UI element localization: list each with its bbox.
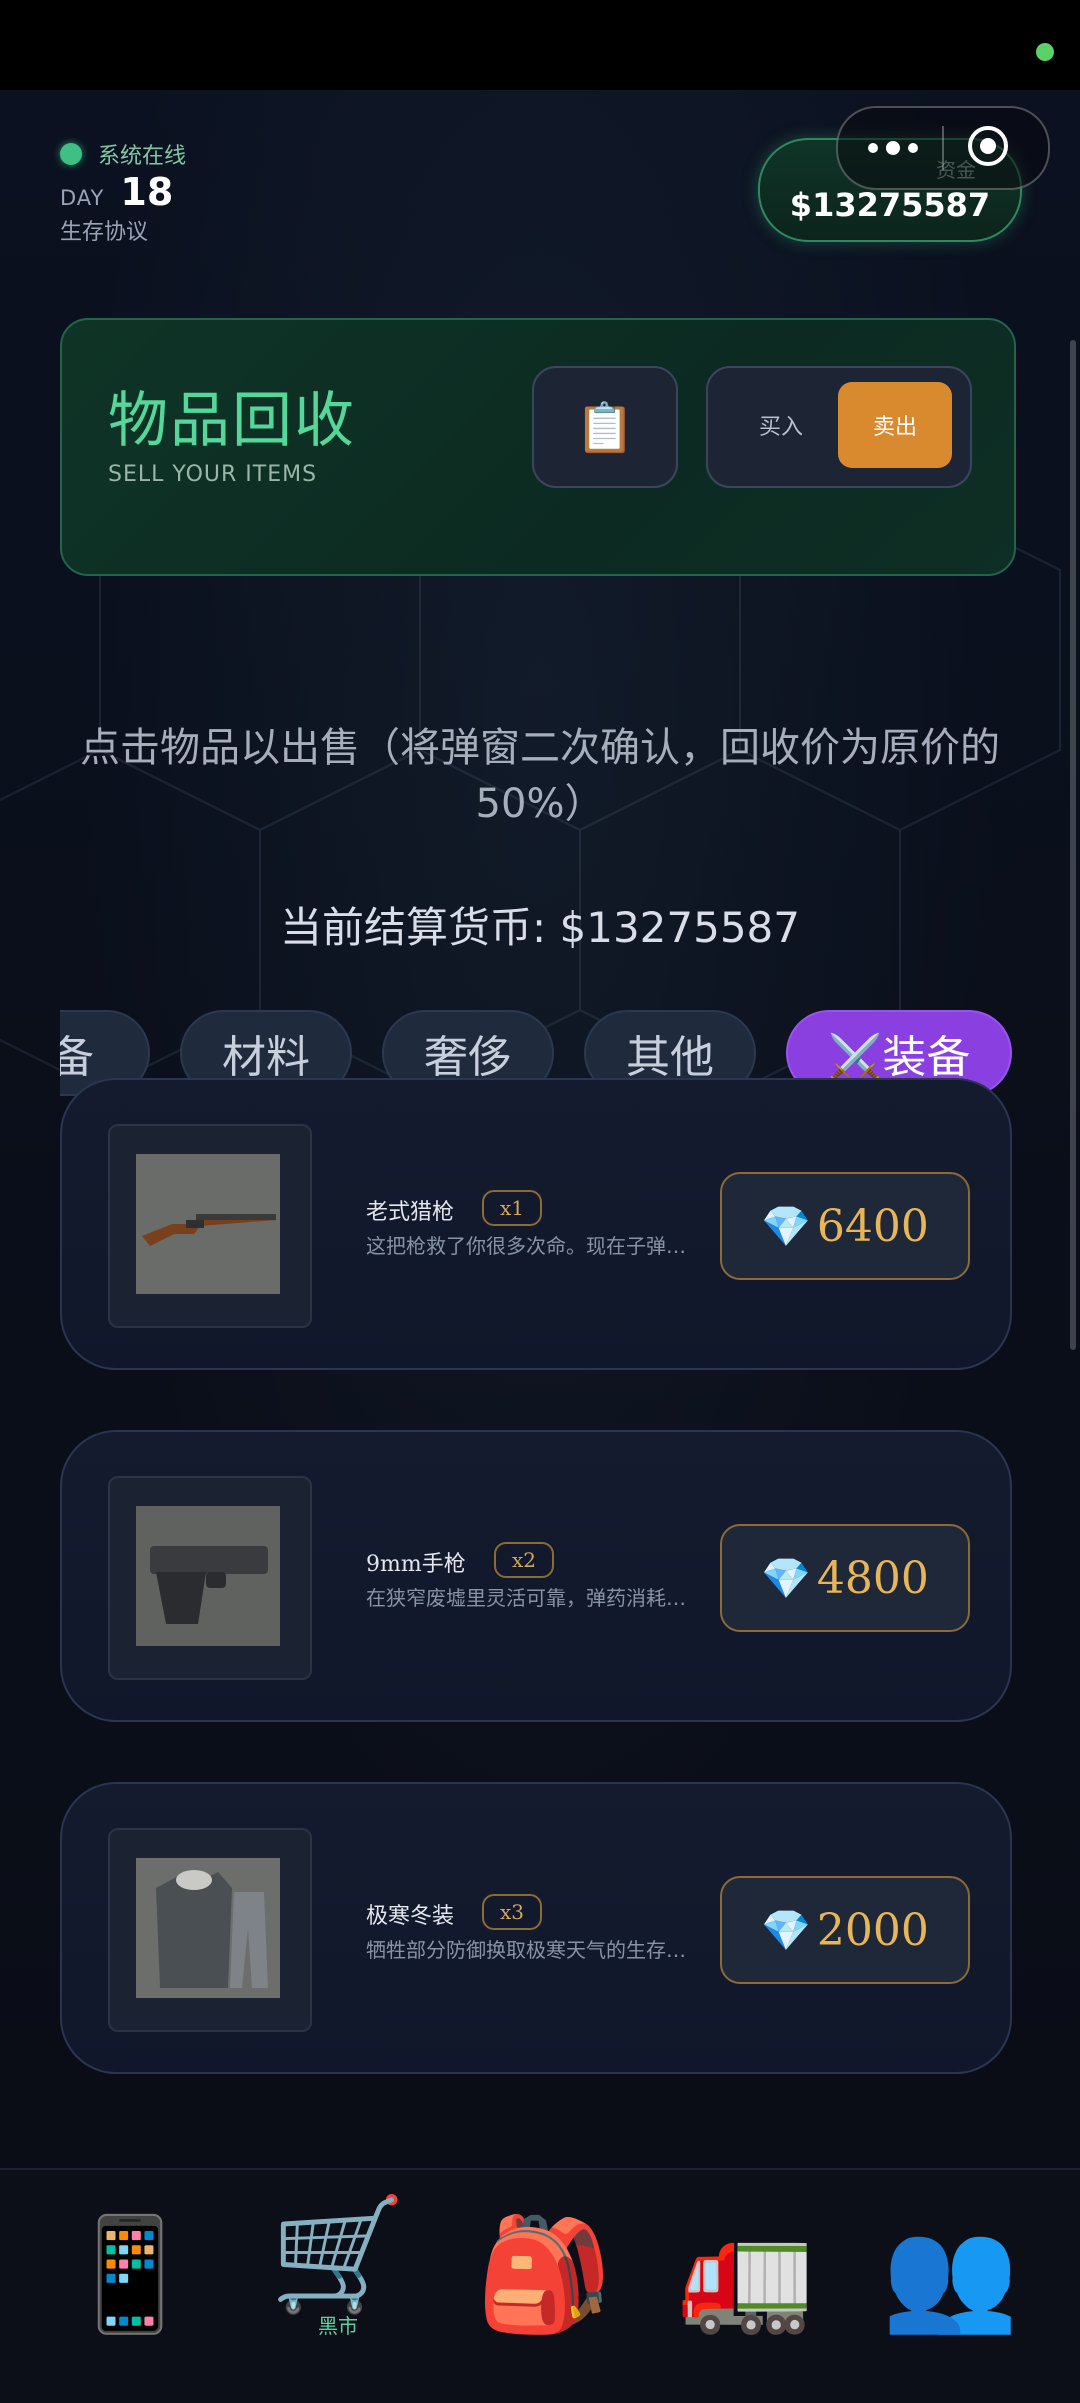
day-number: 18: [120, 170, 174, 214]
clipboard-icon: 📋: [575, 399, 635, 456]
item-quantity-badge: x3: [482, 1894, 542, 1930]
nav-truck[interactable]: 🚛: [676, 2210, 816, 2380]
records-button[interactable]: 📋: [532, 366, 678, 488]
nav-label-black-market: 黑市: [318, 2314, 358, 2338]
item-thumbnail: [108, 1476, 312, 1680]
protocol-label: 生存协议: [60, 220, 149, 245]
pistol-image: [136, 1506, 280, 1646]
sell-price-button[interactable]: 💎 4800: [720, 1524, 970, 1632]
buy-sell-toggle: 买入 卖出: [706, 366, 972, 488]
sell-price-button[interactable]: 💎 6400: [720, 1172, 970, 1280]
item-card[interactable]: 极寒冬装 x3 牺牲部分防御换取极寒天气的生存能力。 💎 2000: [60, 1782, 1012, 2074]
miniprogram-capsule: [836, 106, 1050, 190]
item-description: 这把枪救了你很多次命。现在子弹不多了，但它依旧可靠。: [366, 1234, 686, 1258]
page: 系统在线 DAY 18 生存协议 资金 $13275587 物品回收 SELL …: [0, 90, 1080, 2168]
capsule-divider: [942, 126, 944, 170]
item-description: 牺牲部分防御换取极寒天气的生存能力。: [366, 1938, 686, 1962]
nav-black-market[interactable]: 🛒 黑市: [268, 2190, 408, 2360]
sell-hint: 点击物品以出售（将弹窗二次确认，回收价为原价的50%）: [80, 725, 1000, 827]
funds-value: $13275587: [789, 186, 991, 224]
backpack-icon: 🎒: [475, 2210, 613, 2338]
nav-phone[interactable]: 📱: [60, 2210, 200, 2380]
day-label: DAY: [60, 186, 105, 210]
item-thumbnail: [108, 1124, 312, 1328]
phone-icon: 📱: [61, 2210, 199, 2338]
page-subtitle: SELL YOUR ITEMS: [108, 462, 318, 487]
gem-icon: 💎: [761, 1907, 811, 1954]
people-icon: 👥: [881, 2210, 1019, 2338]
more-options-icon[interactable]: [868, 134, 918, 162]
item-quantity-badge: x2: [494, 1542, 554, 1578]
nav-people[interactable]: 👥: [880, 2210, 1020, 2380]
bottom-nav: 📱 🛒 黑市 🎒 🚛 👥: [0, 2168, 1080, 2403]
item-name: 9mm手枪: [366, 1552, 466, 1577]
item-thumbnail: [108, 1828, 312, 2032]
winter-coat-image: [136, 1858, 280, 1998]
item-card[interactable]: 9mm手枪 x2 在狭窄废墟里灵活可靠，弹药消耗也更低。 💎 4800: [60, 1430, 1012, 1722]
truck-icon: 🚛: [677, 2210, 815, 2338]
sell-tab[interactable]: 卖出: [838, 382, 952, 468]
status-indicator-dot: [1036, 43, 1054, 61]
online-dot-icon: [60, 143, 82, 165]
scrollbar[interactable]: [1070, 340, 1076, 1350]
day-counter: DAY 18: [60, 170, 173, 214]
gem-icon: 💎: [761, 1555, 811, 1602]
sell-panel: 物品回收 SELL YOUR ITEMS 📋 买入 卖出: [60, 318, 1016, 576]
item-quantity-badge: x1: [482, 1190, 542, 1226]
item-name: 老式猎枪: [366, 1200, 455, 1225]
buy-tab[interactable]: 买入: [728, 382, 834, 468]
sell-price: 4800: [816, 1552, 929, 1604]
item-card[interactable]: 老式猎枪 x1 这把枪救了你很多次命。现在子弹不多了，但它依旧可靠。 💎 640…: [60, 1078, 1012, 1370]
gem-icon: 💎: [761, 1203, 811, 1250]
current-currency: 当前结算货币: $13275587: [280, 903, 800, 952]
online-status: 系统在线: [60, 138, 186, 170]
sell-price-button[interactable]: 💎 2000: [720, 1876, 970, 1984]
sell-price: 6400: [816, 1200, 929, 1252]
status-bar: [0, 0, 1080, 90]
sell-price: 2000: [816, 1904, 929, 1956]
nav-backpack[interactable]: 🎒: [474, 2210, 614, 2380]
rifle-image: [136, 1154, 280, 1294]
page-title: 物品回收: [108, 386, 356, 456]
online-status-text: 系统在线: [98, 144, 187, 169]
item-name: 极寒冬装: [366, 1904, 455, 1929]
item-description: 在狭窄废墟里灵活可靠，弹药消耗也更低。: [366, 1586, 686, 1610]
close-miniprogram-icon[interactable]: [968, 126, 1008, 166]
shopping-cart-icon: 🛒: [269, 2190, 407, 2318]
